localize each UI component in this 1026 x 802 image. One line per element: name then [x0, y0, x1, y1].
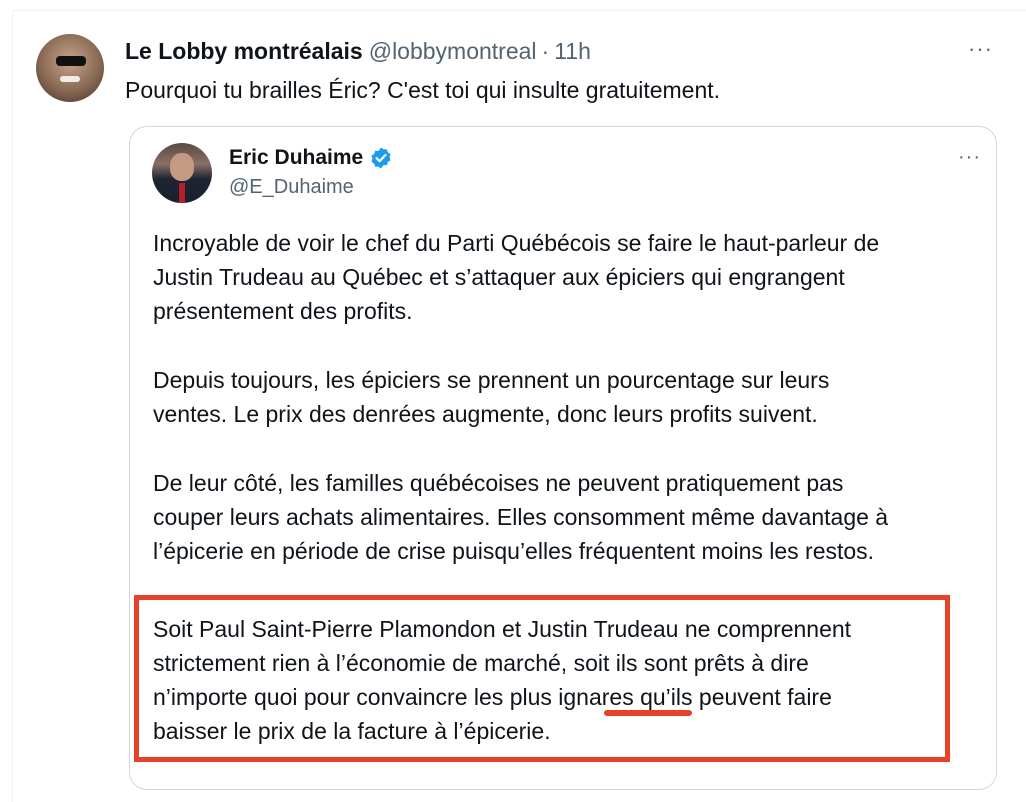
paragraph-line: ventes. Le prix des denrées augmente, do… — [153, 401, 818, 427]
avatar-face — [170, 153, 194, 181]
paragraph-line: n’importe quoi pour convaincre les plus … — [153, 684, 832, 710]
avatar-glasses — [56, 56, 86, 66]
verified-badge-icon — [369, 146, 393, 170]
quoted-author-name[interactable]: Eric Duhaime — [229, 146, 363, 170]
tweet-header: Le Lobby montréalais @lobbymontreal · 11… — [125, 37, 591, 65]
quoted-header: Eric Duhaime — [229, 146, 393, 170]
quoted-paragraph: De leur côté, les familles québécoises n… — [153, 466, 973, 568]
avatar-tie — [179, 183, 185, 203]
paragraph-line: strictement rien à l’économie de marché,… — [153, 650, 809, 676]
separator-dot: · — [541, 37, 550, 64]
paragraph-line: Soit Paul Saint-Pierre Plamondon et Just… — [153, 616, 852, 642]
author-avatar[interactable] — [36, 34, 104, 102]
highlighted-paragraph: Soit Paul Saint-Pierre Plamondon et Just… — [153, 612, 851, 748]
paragraph-line: Incroyable de voir le chef du Parti Québ… — [153, 230, 880, 256]
quoted-tweet-body: Incroyable de voir le chef du Parti Québ… — [153, 226, 973, 603]
paragraph-line: De leur côté, les familles québécoises n… — [153, 470, 844, 496]
paragraph-line: l’épicerie en période de crise puisqu’el… — [153, 538, 875, 564]
more-options-icon[interactable]: ··· — [968, 36, 993, 62]
quoted-author-handle[interactable]: @E_Duhaime — [229, 176, 354, 199]
paragraph-line: Justin Trudeau au Québec et s’attaquer a… — [153, 264, 845, 290]
timeline-border — [12, 10, 13, 802]
underline-annotation — [604, 710, 692, 716]
timeline-divider — [12, 10, 1026, 11]
tweet-timestamp[interactable]: 11h — [554, 38, 591, 65]
paragraph-line: baisser le prix de la facture à l’épicer… — [153, 718, 551, 744]
quoted-paragraph: Incroyable de voir le chef du Parti Québ… — [153, 226, 973, 328]
author-name[interactable]: Le Lobby montréalais — [125, 38, 363, 65]
author-handle[interactable]: @lobbymontreal — [369, 38, 537, 65]
paragraph-line: Depuis toujours, les épiciers se prennen… — [153, 367, 830, 393]
avatar-mouth — [60, 76, 80, 82]
tweet-text: Pourquoi tu brailles Éric? C'est toi qui… — [125, 77, 721, 103]
quoted-paragraph: Depuis toujours, les épiciers se prennen… — [153, 363, 973, 431]
quoted-more-options-icon[interactable]: ··· — [958, 146, 981, 169]
paragraph-line: présentement des profits. — [153, 298, 413, 324]
quoted-author-avatar[interactable] — [152, 143, 212, 203]
paragraph-line: couper leurs achats alimentaires. Elles … — [153, 504, 889, 530]
